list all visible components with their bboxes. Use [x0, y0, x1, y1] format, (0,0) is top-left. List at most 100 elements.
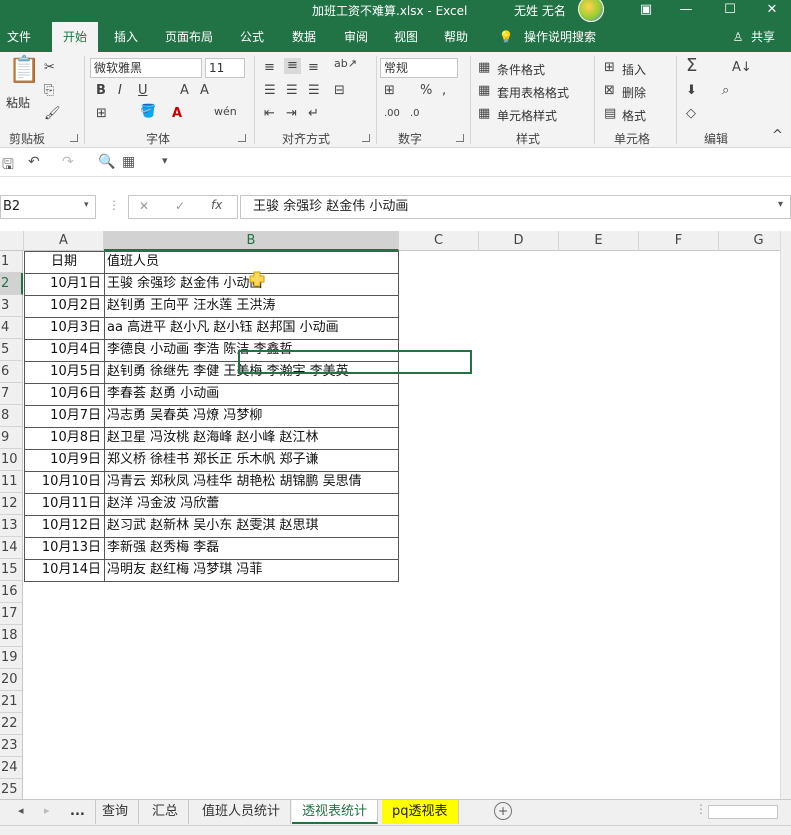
sheet-tab-query[interactable]: 查询 [92, 800, 140, 824]
cell-duty-staff[interactable]: 赵洋 冯金波 冯欣蕾 [104, 493, 219, 515]
row-header[interactable]: 5 [0, 339, 23, 361]
row-header[interactable]: 11 [0, 471, 23, 493]
row-header[interactable]: 13 [0, 515, 23, 537]
cell-date[interactable]: 10月1日 [24, 273, 104, 295]
column-header-a[interactable]: A [24, 231, 104, 251]
tab-data[interactable]: 数据 [284, 22, 324, 52]
save-icon[interactable]: 🖫 [2, 154, 14, 178]
autosum-icon[interactable]: Σ [686, 57, 697, 75]
cell-duty-staff[interactable] [104, 647, 107, 669]
decrease-indent-icon[interactable]: ⇤ [264, 106, 275, 122]
cell-date[interactable]: 日期 [24, 251, 104, 273]
cell-duty-staff[interactable]: 赵习武 赵新林 吴小东 赵雯淇 赵思琪 [104, 515, 319, 537]
sheet-tab-summary[interactable]: 汇总 [142, 800, 190, 824]
tab-review[interactable]: 审阅 [336, 22, 376, 52]
tab-file[interactable]: 文件 [0, 22, 38, 52]
row-header[interactable]: 23 [0, 735, 23, 757]
cell-duty-staff[interactable]: 值班人员 [104, 251, 159, 273]
paste-icon[interactable]: 📋 [8, 57, 40, 83]
ribbon-display-icon[interactable]: ▣ [626, 0, 666, 22]
cell-duty-staff[interactable]: 王骏 余强珍 赵金伟 小动画 [104, 273, 262, 295]
cell-date[interactable]: 10月8日 [24, 427, 104, 449]
font-size-select[interactable]: 11 [205, 58, 245, 78]
cell-date[interactable] [24, 603, 104, 625]
cell-duty-staff[interactable] [104, 735, 107, 757]
row-header[interactable]: 6 [0, 361, 23, 383]
cell-date[interactable]: 10月2日 [24, 295, 104, 317]
cell-duty-staff[interactable] [104, 757, 107, 779]
number-format-select[interactable]: 常规 [380, 58, 458, 78]
minimize-button[interactable]: — [666, 0, 706, 22]
cell-date[interactable] [24, 779, 104, 799]
restore-button[interactable]: ☐ [710, 0, 750, 22]
cell-date[interactable]: 10月4日 [24, 339, 104, 361]
formula-input[interactable]: 王骏 余强珍 赵金伟 小动画 [240, 195, 791, 219]
increase-decimal-icon[interactable]: .00 [384, 106, 400, 122]
currency-icon[interactable]: ⊞ [384, 83, 395, 99]
name-box-dropdown-icon[interactable]: ▾ [84, 200, 89, 210]
row-header[interactable]: 17 [0, 603, 23, 625]
row-header[interactable]: 16 [0, 581, 23, 603]
tab-view[interactable]: 视图 [386, 22, 426, 52]
collapse-ribbon-icon[interactable]: ^ [772, 128, 783, 144]
user-avatar[interactable] [578, 0, 604, 22]
row-header[interactable]: 1 [0, 251, 23, 273]
tab-help[interactable]: 帮助 [436, 22, 476, 52]
sort-filter-icon[interactable]: A↓ [732, 60, 752, 76]
scroll-tabs-left-icon[interactable]: ◂ [18, 804, 24, 817]
cell-style-button[interactable]: 单元格样式 [497, 107, 557, 124]
phonetic-icon[interactable]: wén [214, 104, 237, 120]
cell-duty-staff[interactable] [104, 779, 107, 799]
cell-date[interactable] [24, 713, 104, 735]
cell-date[interactable]: 10月7日 [24, 405, 104, 427]
align-left-icon[interactable]: ☰ [264, 83, 276, 99]
cell-duty-staff[interactable]: 冯明友 赵红梅 冯梦琪 冯菲 [104, 559, 262, 581]
align-right-icon[interactable]: ☰ [308, 83, 320, 99]
fill-icon[interactable]: ⬇ [686, 83, 697, 99]
cell-duty-staff[interactable]: 李新强 赵秀梅 李磊 [104, 537, 219, 559]
align-bottom-icon[interactable]: ≡ [308, 60, 319, 76]
cell-duty-staff[interactable] [104, 713, 107, 735]
cut-icon[interactable]: ✂ [44, 60, 55, 76]
cell-date[interactable]: 10月9日 [24, 449, 104, 471]
tab-formulas[interactable]: 公式 [232, 22, 272, 52]
cell-duty-staff[interactable] [104, 691, 107, 713]
bold-icon[interactable]: B [96, 83, 106, 99]
print-preview-icon[interactable]: 🔍 [98, 154, 115, 170]
user-name[interactable]: 无姓 无名 [514, 2, 566, 19]
cell-date[interactable]: 10月3日 [24, 317, 104, 339]
column-header-g[interactable]: G [719, 231, 780, 251]
cell-date[interactable]: 10月6日 [24, 383, 104, 405]
add-sheet-button[interactable]: + [494, 802, 512, 820]
delete-cells-button[interactable]: 删除 [622, 84, 646, 101]
paste-label[interactable]: 粘贴 [6, 94, 30, 111]
row-header[interactable]: 18 [0, 625, 23, 647]
tab-split-grip-icon[interactable]: ⋮ [695, 802, 707, 816]
cell-duty-staff[interactable]: 赵卫星 冯汝桃 赵海峰 赵小峰 赵江林 [104, 427, 319, 449]
cell-duty-staff[interactable]: 赵钊勇 王向平 汪水莲 王洪涛 [104, 295, 275, 317]
cell-duty-staff[interactable]: 郑义桥 徐桂书 郑长正 乐木帆 郑子谦 [104, 449, 319, 471]
tab-insert[interactable]: 插入 [106, 22, 146, 52]
column-header-e[interactable]: E [559, 231, 639, 251]
cell-duty-staff[interactable] [104, 581, 107, 603]
row-header[interactable]: 19 [0, 647, 23, 669]
row-header[interactable]: 15 [0, 559, 23, 581]
undo-icon[interactable]: ↶ [28, 154, 40, 170]
row-header[interactable]: 21 [0, 691, 23, 713]
worksheet-grid[interactable]: A B C D E F G 1 日期 值班人员 2 10月1日 王骏 余强珍 赵金伟 小动… [0, 231, 780, 799]
clipboard-launcher-icon[interactable] [70, 134, 78, 142]
cell-duty-staff[interactable] [104, 625, 107, 647]
expand-formula-icon[interactable]: ▾ [778, 199, 783, 210]
align-top-icon[interactable]: ≡ [264, 60, 275, 76]
row-header[interactable]: 25 [0, 779, 23, 799]
text-orientation-icon[interactable]: ab↗ [334, 56, 357, 72]
scroll-tabs-right-icon[interactable]: ▸ [44, 804, 50, 817]
insert-function-icon[interactable]: fx [211, 198, 222, 212]
cancel-icon[interactable]: ✕ [139, 199, 149, 213]
merge-center-icon[interactable]: ⊟ [334, 83, 345, 99]
row-header[interactable]: 20 [0, 669, 23, 691]
font-shrink-icon[interactable]: A [200, 83, 209, 99]
sheet-tab-pq-pivot[interactable]: pq透视表 [382, 800, 459, 824]
row-header[interactable]: 2 [0, 273, 23, 295]
borders-icon[interactable]: ⊞ [96, 106, 107, 122]
